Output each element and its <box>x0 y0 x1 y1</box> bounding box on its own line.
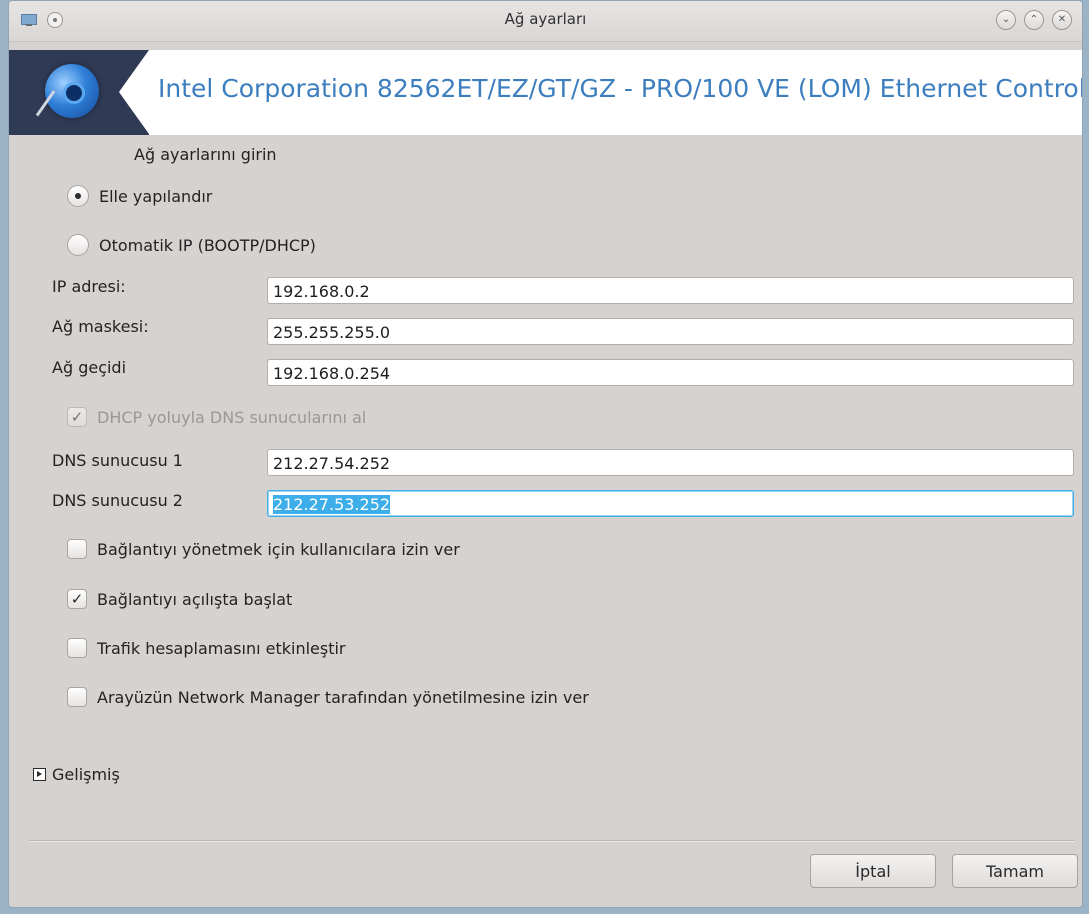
network-manager-label: Arayüzün Network Manager tarafından yöne… <box>97 687 589 707</box>
close-icon: ✕ <box>1057 14 1067 25</box>
window-title: Ağ ayarları <box>504 10 587 28</box>
window-controls: ⌄ ⌃ ✕ <box>996 10 1072 30</box>
advanced-label: Gelişmiş <box>52 765 120 784</box>
dhcp-dns-label: DHCP yoluyla DNS sunucularını al <box>97 407 367 427</box>
radio-manual-label: Elle yapılandır <box>99 186 213 206</box>
traffic-accounting-label: Trafik hesaplamasını etkinleştir <box>97 638 346 658</box>
form-heading: Ağ ayarlarını girin <box>134 145 277 164</box>
banner-arrow <box>119 50 149 134</box>
netmask-label: Ağ maskesi: <box>52 317 149 336</box>
cancel-button[interactable]: İptal <box>810 854 936 888</box>
network-manager-checkbox[interactable] <box>67 687 87 707</box>
radio-button-unchecked[interactable] <box>67 234 89 256</box>
checkmark-icon: ✓ <box>70 407 84 426</box>
chevron-up-icon: ⌃ <box>1029 14 1039 25</box>
ip-address-input[interactable]: 192.168.0.2 <box>267 277 1074 304</box>
title-bar: Ağ ayarları ⌄ ⌃ ✕ <box>9 1 1082 42</box>
network-globe-icon <box>9 50 149 135</box>
start-at-boot-checkbox-row[interactable]: ✓ Bağlantıyı açılışta başlat <box>67 589 292 609</box>
start-at-boot-checkbox[interactable]: ✓ <box>67 589 87 609</box>
allow-users-label: Bağlantıyı yönetmek için kullanıcılara i… <box>97 539 460 559</box>
dns1-input[interactable]: 212.27.54.252 <box>267 449 1074 476</box>
gateway-value: 192.168.0.254 <box>273 364 391 383</box>
dns1-label: DNS sunucusu 1 <box>52 451 183 470</box>
radio-button-checked[interactable] <box>67 185 89 207</box>
gateway-label: Ağ geçidi <box>52 358 127 377</box>
device-banner: Intel Corporation 82562ET/EZ/GT/GZ - PRO… <box>9 50 1082 135</box>
radio-auto-ip[interactable]: Otomatik IP (BOOTP/DHCP) <box>67 234 316 256</box>
netmask-input[interactable]: 255.255.255.0 <box>267 318 1074 345</box>
close-button[interactable]: ✕ <box>1052 10 1072 30</box>
expand-arrow-icon[interactable] <box>33 768 46 781</box>
checkmark-icon: ✓ <box>70 589 84 608</box>
button-separator <box>29 840 1074 842</box>
dhcp-dns-checkbox: ✓ <box>67 407 87 427</box>
dns2-label: DNS sunucusu 2 <box>52 491 183 510</box>
dhcp-dns-checkbox-row: ✓ DHCP yoluyla DNS sunucularını al <box>67 407 366 427</box>
advanced-expander[interactable]: Gelişmiş <box>33 765 120 784</box>
ip-address-value: 192.168.0.2 <box>273 282 370 301</box>
allow-users-checkbox[interactable] <box>67 539 87 559</box>
network-manager-checkbox-row[interactable]: Arayüzün Network Manager tarafından yöne… <box>67 687 589 707</box>
dns2-input[interactable]: 212.27.53.252 <box>267 490 1074 517</box>
radio-auto-label: Otomatik IP (BOOTP/DHCP) <box>99 235 316 255</box>
chevron-down-icon: ⌄ <box>1001 14 1011 25</box>
dns1-value: 212.27.54.252 <box>273 454 391 473</box>
dns2-value: 212.27.53.252 <box>273 495 391 514</box>
radio-manual-config[interactable]: Elle yapılandır <box>67 185 212 207</box>
device-name: Intel Corporation 82562ET/EZ/GT/GZ - PRO… <box>158 74 1082 103</box>
start-at-boot-label: Bağlantıyı açılışta başlat <box>97 589 293 609</box>
allow-users-checkbox-row[interactable]: Bağlantıyı yönetmek için kullanıcılara i… <box>67 539 460 559</box>
netmask-value: 255.255.255.0 <box>273 323 391 342</box>
traffic-accounting-checkbox-row[interactable]: Trafik hesaplamasını etkinleştir <box>67 638 346 658</box>
gateway-input[interactable]: 192.168.0.254 <box>267 359 1074 386</box>
traffic-accounting-checkbox[interactable] <box>67 638 87 658</box>
minimize-button[interactable]: ⌄ <box>996 10 1016 30</box>
ip-address-label: IP adresi: <box>52 277 126 296</box>
ok-button[interactable]: Tamam <box>952 854 1078 888</box>
maximize-button[interactable]: ⌃ <box>1024 10 1044 30</box>
dialog-window: Ağ ayarları ⌄ ⌃ ✕ Intel Corporation 8256… <box>8 0 1083 908</box>
